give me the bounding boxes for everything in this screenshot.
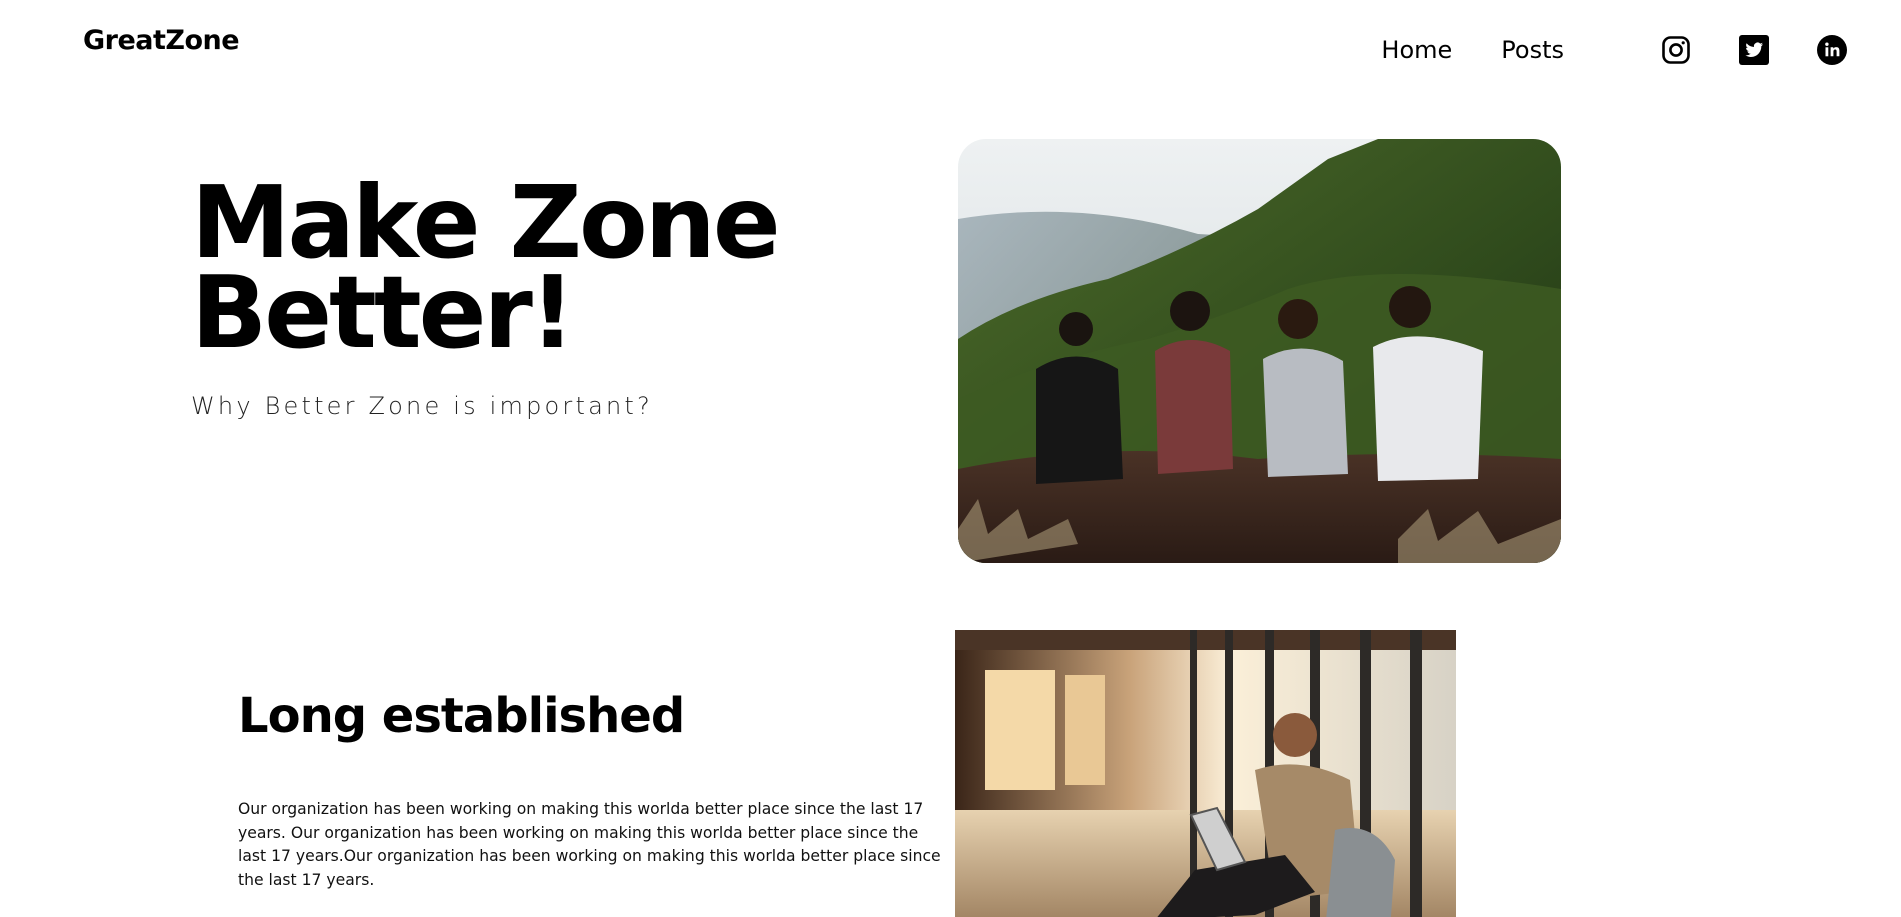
top-nav: Home Posts xyxy=(1381,32,1847,68)
page: GreatZone Home Posts Make Zone Better! W… xyxy=(0,0,1901,917)
hero-title: Make Zone Better! xyxy=(191,164,781,371)
nav-home-link[interactable]: Home xyxy=(1381,36,1452,64)
section-title: Long established xyxy=(238,688,685,744)
hero-photo-friends-on-hill xyxy=(958,139,1561,563)
nav-posts-link[interactable]: Posts xyxy=(1501,36,1564,64)
twitter-icon[interactable] xyxy=(1739,35,1769,65)
section-body: Our organization has been working on mak… xyxy=(238,800,941,889)
instagram-icon[interactable] xyxy=(1661,35,1691,65)
hero-subtitle: Why Better Zone is important? xyxy=(191,392,653,420)
linkedin-icon[interactable] xyxy=(1817,35,1847,65)
brand-logo[interactable]: GreatZone xyxy=(83,25,240,56)
section-photo-man-with-laptop xyxy=(955,630,1456,917)
